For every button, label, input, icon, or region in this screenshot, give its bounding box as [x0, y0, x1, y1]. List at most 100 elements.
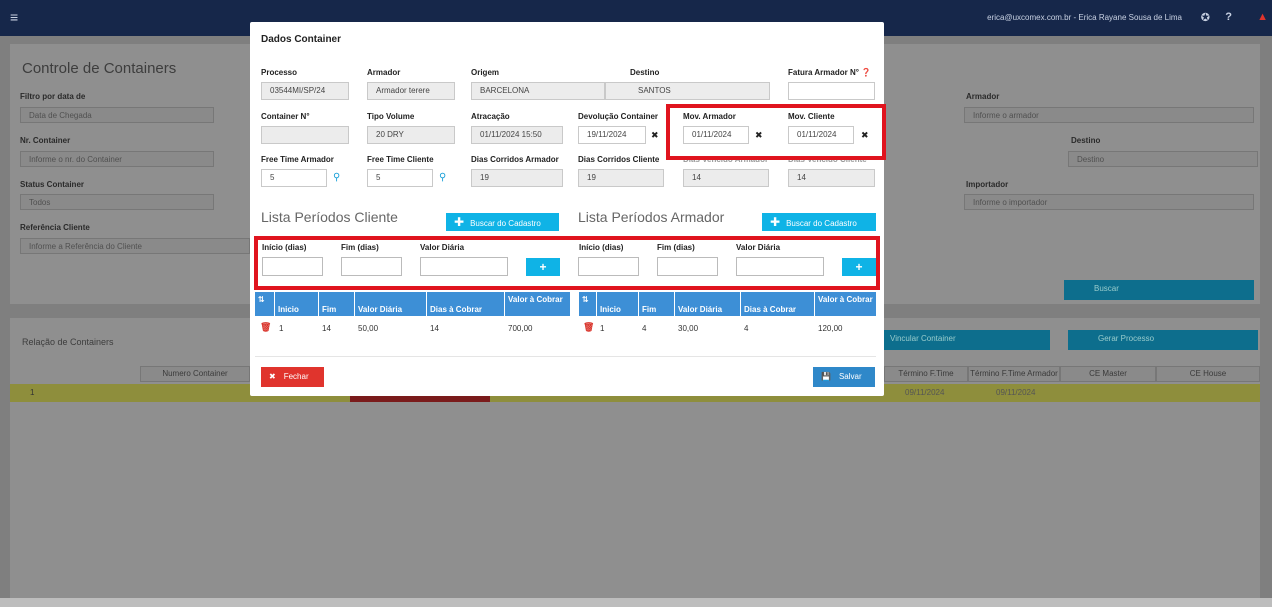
cell: 14 [322, 324, 331, 333]
importador-filter-input[interactable]: Informe o importador [964, 194, 1254, 210]
devolucao-label: Devolução Container [578, 112, 659, 121]
divider [255, 356, 876, 357]
buscar-button[interactable]: Buscar [1064, 280, 1254, 300]
col-header[interactable]: Inicio [275, 292, 319, 316]
origem-label: Origem [471, 68, 500, 77]
col-header[interactable]: Fim [639, 292, 675, 316]
cell: 4 [744, 324, 749, 333]
filter-label: Nr. Container [20, 136, 71, 145]
fim-armador-input[interactable] [657, 257, 718, 276]
valor-label: Valor Diária [736, 243, 781, 252]
reference-filter-input[interactable]: Informe a Referência do Cliente [20, 238, 250, 254]
add-periodo-cliente-button[interactable]: + [526, 258, 560, 276]
valor-cliente-input[interactable] [420, 257, 508, 276]
modal-title: Dados Container [261, 34, 342, 45]
col-header[interactable]: Dias à Cobrar [427, 292, 505, 316]
dv-armador-field: 14 [683, 169, 769, 187]
ft-armador-label: Free Time Armador [261, 155, 334, 164]
grid-header[interactable]: Término F.Time Armador [968, 366, 1060, 382]
table-row: 🗑 1 4 30,00 4 120,00 [579, 318, 876, 338]
settings-icon[interactable]: ✪ [1201, 11, 1210, 24]
trash-icon[interactable]: 🗑 [583, 322, 594, 333]
col-header[interactable]: Fim [319, 292, 355, 316]
destino-label: Destino [630, 68, 660, 77]
devolucao-input[interactable]: 19/11/2024 [578, 126, 646, 144]
cell: 120,00 [818, 324, 843, 333]
periodos-cliente-table-header: ⇅ Inicio Fim Valor Diária Dias à Cobrar … [255, 292, 570, 316]
cell: 30,00 [678, 324, 699, 333]
status-filter-select[interactable]: Todos [20, 194, 214, 210]
valor-label: Valor Diária [420, 243, 465, 252]
notification-icon[interactable]: ▲ [1257, 11, 1268, 23]
valor-armador-input[interactable] [736, 257, 824, 276]
date-filter-select[interactable]: Data de Chegada [20, 107, 214, 123]
processo-field: 03544MI/SP/24 [261, 82, 349, 100]
fatura-label: Fatura Armador N° ❓ [788, 68, 872, 77]
col-header[interactable]: Valor Diária [675, 292, 741, 316]
cell: 1 [600, 324, 605, 333]
filter-label: Armador [966, 92, 1000, 101]
dv-cliente-field: 14 [788, 169, 875, 187]
close-icon: ✖ [269, 372, 276, 381]
col-header[interactable]: Valor Diária [355, 292, 427, 316]
help-icon[interactable]: ? [1225, 11, 1232, 23]
hamburger-icon[interactable]: ≡ [10, 9, 18, 25]
grid-header[interactable]: Numero Container [140, 366, 250, 382]
col-header[interactable]: Dias à Cobrar [741, 292, 815, 316]
sort-icon[interactable]: ⇅ [255, 292, 275, 316]
inicio-armador-input[interactable] [578, 257, 639, 276]
fatura-input[interactable] [788, 82, 875, 100]
gerar-processo-button[interactable]: Gerar Processo [1068, 330, 1258, 350]
destino-filter-select[interactable]: Destino [1068, 151, 1258, 167]
fim-cliente-input[interactable] [341, 257, 402, 276]
cell: 14 [430, 324, 439, 333]
container-filter-input[interactable]: Informe o nr. do Container [20, 151, 214, 167]
cell: 700,00 [508, 324, 533, 333]
vincular-button[interactable]: Vincular Container [884, 330, 1050, 350]
filter-label: Referência Cliente [20, 223, 90, 232]
clear-devolucao-icon[interactable]: ✖ [651, 130, 659, 141]
armador-field: Armador terere [367, 82, 455, 100]
filter-label: Filtro por data de [20, 92, 86, 101]
search-icon[interactable]: ⚲ [439, 172, 446, 183]
dc-cliente-label: Dias Corridos Cliente [578, 155, 660, 164]
row-cell: 09/11/2024 [905, 388, 945, 397]
footer-bar [0, 598, 1272, 607]
fim-label: Fim (dias) [657, 243, 695, 252]
armador-label: Armador [367, 68, 401, 77]
origem-field: BARCELONA [471, 82, 605, 100]
col-header[interactable]: Valor à Cobrar [815, 292, 876, 316]
ft-cliente-input[interactable]: 5 [367, 169, 433, 187]
periodos-armador-table-header: ⇅ Inicio Fim Valor Diária Dias à Cobrar … [579, 292, 876, 316]
plus-icon: ✚ [770, 215, 781, 229]
ft-armador-input[interactable]: 5 [261, 169, 327, 187]
filter-label: Destino [1071, 136, 1101, 145]
fechar-button[interactable]: ✖ Fechar [261, 367, 324, 387]
add-periodo-armador-button[interactable]: + [842, 258, 876, 276]
trash-icon[interactable]: 🗑 [260, 322, 271, 333]
lista-armador-title: Lista Períodos Armador [578, 209, 725, 225]
table-row: 🗑 1 14 50,00 14 700,00 [255, 318, 570, 338]
col-header[interactable]: Inicio [597, 292, 639, 316]
user-info[interactable]: erica@uxcomex.com.br - Erica Rayane Sous… [987, 13, 1182, 22]
help-icon[interactable]: ❓ [861, 68, 871, 77]
grid-header[interactable]: CE Master [1060, 366, 1156, 382]
row-cell: 09/11/2024 [996, 388, 1036, 397]
search-icon[interactable]: ⚲ [333, 172, 340, 183]
tipo-field: 20 DRY [367, 126, 455, 144]
inicio-cliente-input[interactable] [262, 257, 323, 276]
col-header[interactable]: Valor à Cobrar [505, 292, 570, 316]
sort-icon[interactable]: ⇅ [579, 292, 597, 316]
buscar-cadastro-armador-button[interactable]: ✚ Buscar do Cadastro [762, 213, 876, 231]
processo-label: Processo [261, 68, 298, 77]
grid-header[interactable]: CE House [1156, 366, 1260, 382]
container-label: Container N° [261, 112, 310, 121]
fim-label: Fim (dias) [341, 243, 379, 252]
armador-filter-input[interactable]: Informe o armador [964, 107, 1254, 123]
highlight-box [666, 104, 886, 160]
salvar-button[interactable]: 💾 Salvar [813, 367, 875, 387]
buscar-cadastro-cliente-button[interactable]: ✚ Buscar do Cadastro [446, 213, 559, 231]
dc-cliente-field: 19 [578, 169, 664, 187]
cell: 1 [279, 324, 284, 333]
grid-header[interactable]: Término F.Time Cliente [884, 366, 968, 392]
